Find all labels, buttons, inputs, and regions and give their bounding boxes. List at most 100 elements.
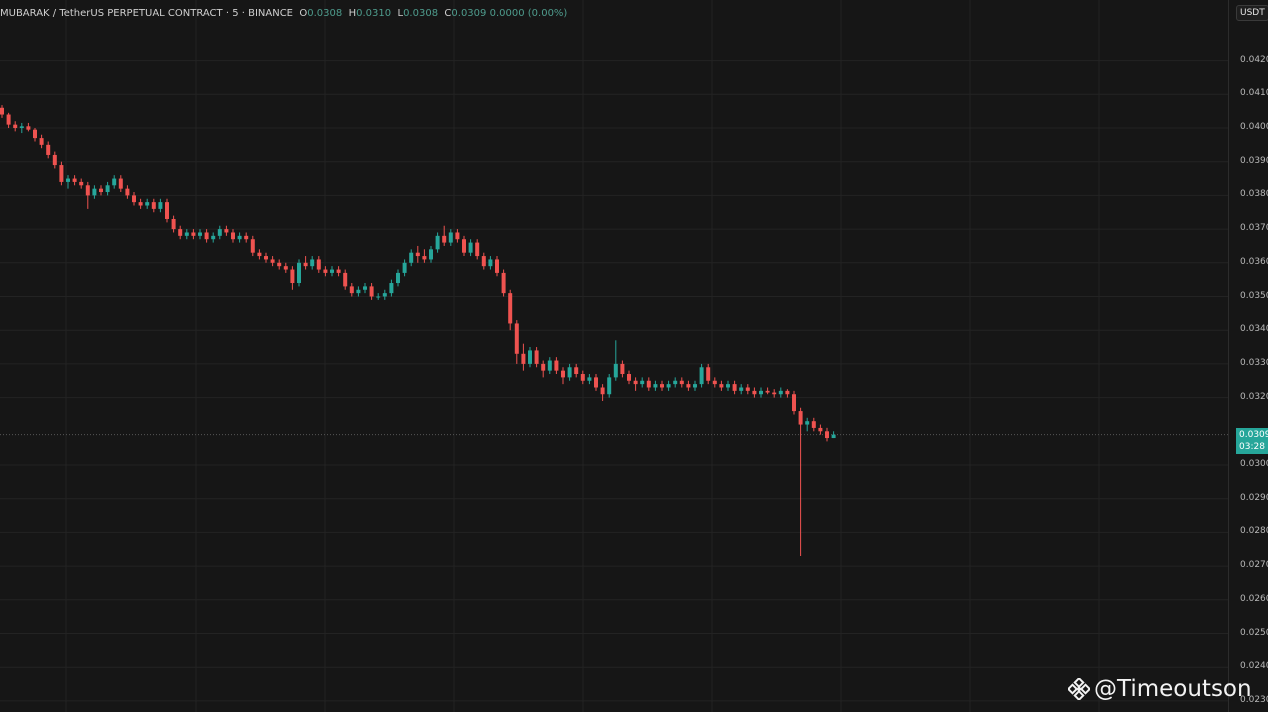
candle [600, 384, 605, 401]
candle [19, 122, 24, 134]
candle [660, 380, 664, 391]
candle-body [151, 202, 156, 209]
candle [495, 256, 499, 277]
candle [712, 377, 717, 388]
binance-logo-icon [1068, 678, 1090, 700]
candle [237, 232, 242, 243]
candle [343, 269, 348, 290]
candle-body [409, 252, 414, 263]
candle-body [264, 256, 268, 260]
candle-body [66, 178, 70, 182]
candle-body [448, 232, 453, 243]
candle-body [646, 380, 651, 388]
candle [158, 198, 163, 213]
candle-body [825, 431, 829, 439]
candle-body [138, 202, 143, 206]
candle [138, 198, 143, 209]
candle [772, 389, 777, 398]
candle [435, 232, 440, 253]
candle-body [574, 367, 579, 375]
candle [349, 283, 354, 297]
candle-body [277, 262, 282, 267]
candle-body [158, 202, 163, 209]
candle [514, 320, 519, 364]
candle [204, 229, 209, 243]
candle [92, 185, 97, 199]
candle [673, 377, 678, 388]
candle-body [376, 296, 381, 298]
candle-body [0, 107, 4, 115]
high-label: H [348, 8, 357, 19]
candle-body [204, 232, 209, 240]
price-tick-label: 0.0360 [1240, 256, 1268, 267]
candle [33, 128, 37, 142]
price-tick-label: 0.0330 [1240, 357, 1268, 368]
candle-body [508, 293, 513, 324]
price-tick-label: 0.0320 [1240, 391, 1268, 402]
candle [739, 384, 744, 395]
candle-body [547, 360, 552, 371]
candle [382, 289, 387, 300]
candle-body [105, 185, 110, 193]
candle [316, 256, 321, 273]
candle [455, 229, 460, 243]
candle-body [712, 380, 717, 385]
candle [468, 239, 473, 257]
candle [547, 357, 552, 375]
candle-body [125, 188, 130, 196]
price-tick-label: 0.0270 [1240, 560, 1268, 571]
candle-body [514, 323, 519, 354]
price-axis[interactable] [1228, 0, 1268, 712]
candle [171, 215, 176, 233]
price-tick-label: 0.0280 [1240, 526, 1268, 537]
candle-body [627, 374, 631, 381]
candle [323, 266, 328, 277]
candle-body [369, 286, 374, 297]
chart-plot[interactable] [0, 0, 1228, 712]
candle-body [382, 293, 387, 297]
candle [6, 112, 11, 128]
candle [501, 269, 506, 297]
currency-button[interactable]: USDT [1236, 5, 1268, 21]
candle-body [237, 235, 242, 240]
candle [85, 181, 90, 209]
candle-body [785, 390, 790, 395]
symbol-title[interactable]: MUBARAK / TetherUS PERPETUAL CONTRACT · … [0, 8, 293, 19]
candle [594, 374, 598, 391]
candle [310, 256, 315, 270]
candle-body [244, 235, 249, 240]
candle-body [752, 390, 757, 395]
candle-body [415, 252, 420, 257]
candle [574, 363, 579, 378]
candle [46, 141, 51, 159]
candle [132, 192, 136, 206]
candle-body [739, 387, 744, 391]
candle [627, 370, 631, 385]
candle-body [495, 259, 499, 273]
candle-body [402, 262, 407, 273]
candle [646, 377, 651, 391]
candle [719, 380, 724, 391]
candle [448, 229, 453, 246]
candle [778, 387, 783, 398]
candle-body [283, 266, 288, 270]
candle-body [85, 185, 90, 196]
candle-body [805, 421, 810, 425]
candle [283, 262, 288, 273]
candle-body [349, 286, 354, 294]
price-tick-label: 0.0340 [1240, 324, 1268, 335]
candle [488, 256, 493, 270]
candle-body [620, 363, 625, 375]
candle-body [811, 421, 816, 428]
candle-body [26, 126, 31, 130]
candle-body [475, 242, 480, 257]
candle [244, 232, 249, 243]
candle-body [468, 242, 473, 253]
candle-body [554, 360, 559, 371]
chart-stage[interactable]: MUBARAK / TetherUS PERPETUAL CONTRACT · … [0, 0, 1268, 712]
candle-body [580, 374, 585, 381]
candle-body [673, 380, 678, 385]
candle [422, 249, 427, 263]
symbol-legend: MUBARAK / TetherUS PERPETUAL CONTRACT · … [0, 8, 567, 22]
candle-body [165, 202, 169, 219]
